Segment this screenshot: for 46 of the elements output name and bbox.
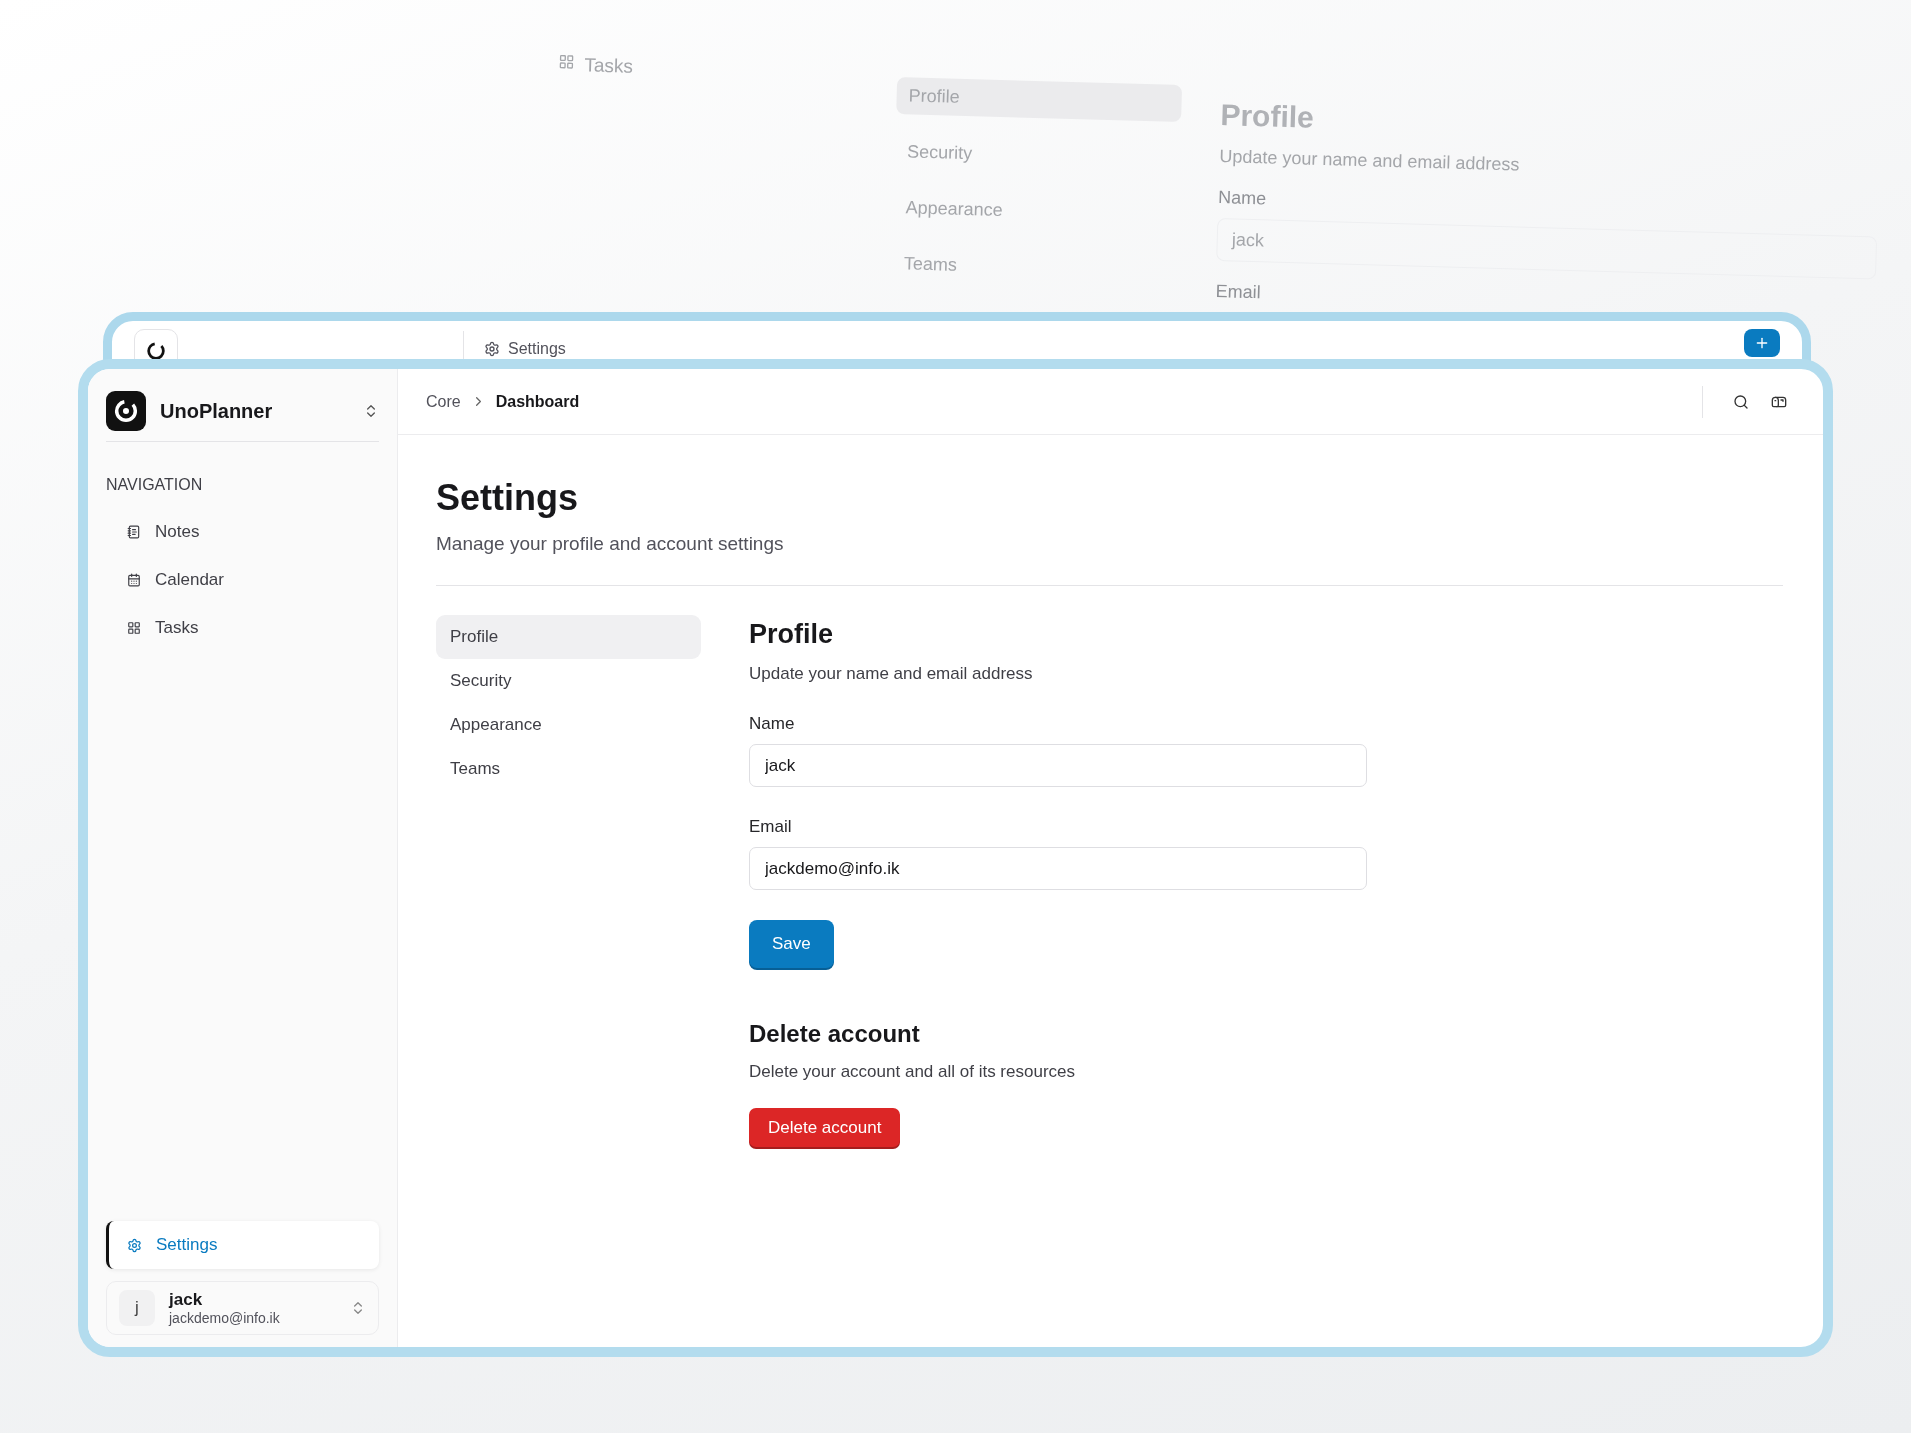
page-title: Settings bbox=[436, 477, 579, 519]
logo-icon bbox=[112, 397, 140, 425]
section-description: Delete your account and all of its resources bbox=[749, 1062, 1076, 1082]
settings-icon bbox=[484, 341, 500, 357]
save-button[interactable]: Save bbox=[749, 920, 834, 968]
avatar: j bbox=[119, 1290, 155, 1326]
page-subtitle: Manage your profile and account settings bbox=[436, 533, 785, 555]
settings-tab[interactable]: Security bbox=[436, 659, 701, 703]
user-name: jack bbox=[169, 1290, 204, 1310]
tab-label: Teams bbox=[902, 252, 959, 277]
note-icon bbox=[127, 525, 141, 539]
settings-tab[interactable]: Teams bbox=[436, 747, 701, 791]
settings-tab[interactable]: Profile bbox=[436, 615, 701, 659]
section-description: Update your name and email address bbox=[1219, 146, 1521, 177]
nav-item[interactable]: Tasks bbox=[106, 604, 379, 652]
settings-tab[interactable]: Appearance bbox=[436, 703, 701, 747]
section-heading: Profile bbox=[749, 619, 835, 650]
search-icon bbox=[1733, 393, 1749, 410]
tab-label: Security bbox=[905, 140, 974, 166]
tab-label: Appearance bbox=[904, 196, 1004, 223]
app-name: UnoPlanner bbox=[160, 399, 274, 423]
calendar-icon bbox=[127, 573, 141, 587]
input-field[interactable]: jackdemo@info.ik bbox=[749, 847, 1367, 890]
plus-icon bbox=[1754, 335, 1770, 351]
nav-item[interactable]: Settings bbox=[106, 1221, 379, 1269]
settings-icon bbox=[127, 1237, 142, 1253]
field-label: Email bbox=[1215, 281, 1262, 305]
delete-account-button[interactable]: Delete account bbox=[749, 1108, 901, 1147]
grid-icon bbox=[127, 621, 141, 635]
field-label: Name bbox=[749, 714, 796, 734]
add-button[interactable] bbox=[1744, 329, 1780, 357]
breadcrumb-item: Settings bbox=[508, 340, 566, 358]
section-heading: Profile bbox=[1220, 98, 1316, 136]
nav-item[interactable]: Notes bbox=[106, 508, 379, 556]
section-description: Update your name and email address bbox=[749, 664, 1034, 684]
field-label: Email bbox=[749, 817, 793, 837]
grid-icon bbox=[558, 53, 575, 71]
section-label: NAVIGATION bbox=[106, 476, 204, 494]
user-card[interactable]: j jack jackdemo@info.ik bbox=[106, 1281, 379, 1335]
section-heading: Delete account bbox=[749, 1020, 921, 1048]
breadcrumb-item[interactable]: Dashboard bbox=[495, 392, 580, 411]
field-label: Name bbox=[1217, 187, 1268, 211]
user-email: jackdemo@info.ik bbox=[169, 1310, 281, 1326]
input-field[interactable]: jack bbox=[749, 744, 1367, 787]
nav-item[interactable]: Calendar bbox=[106, 556, 379, 604]
breadcrumb-item[interactable]: Core bbox=[426, 392, 461, 411]
